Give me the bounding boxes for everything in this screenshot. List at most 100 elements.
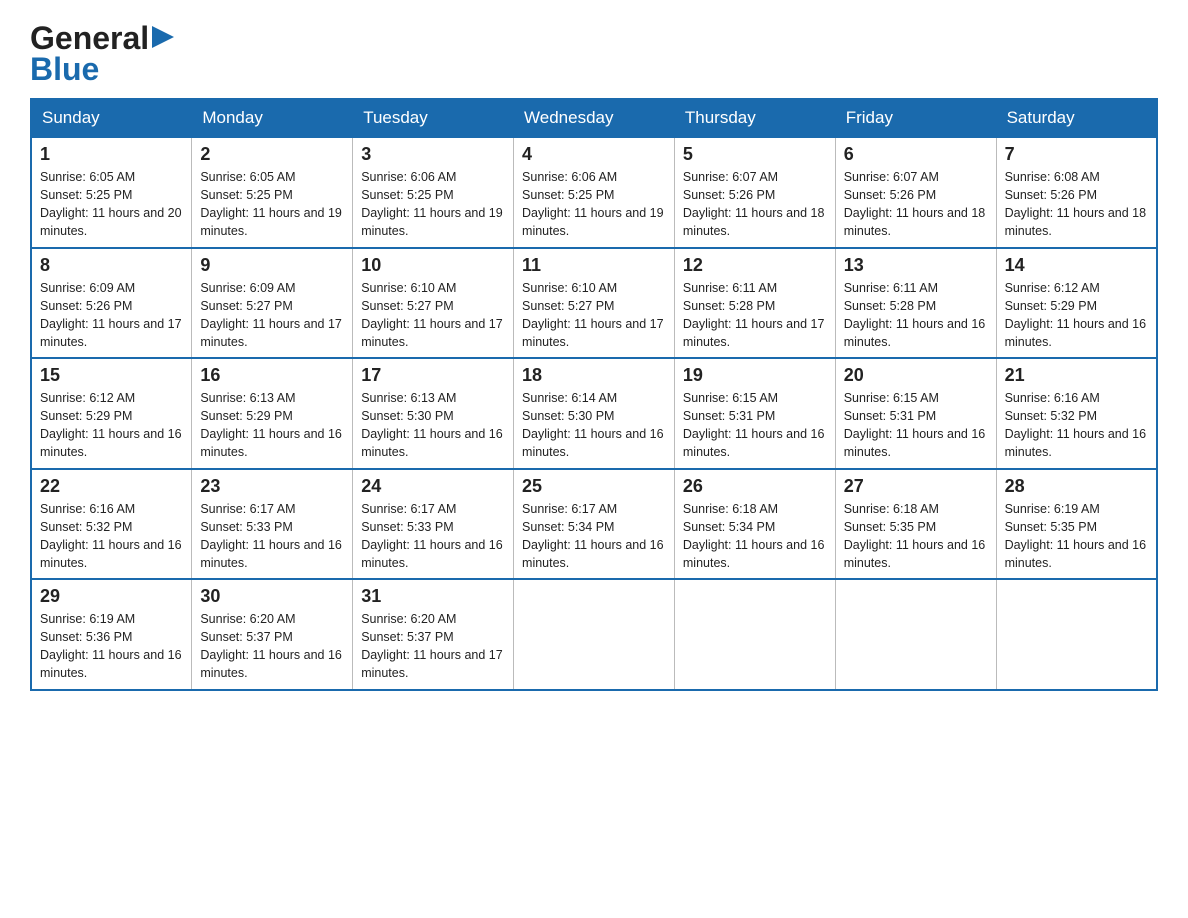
day-info: Sunrise: 6:16 AMSunset: 5:32 PMDaylight:… [40,500,183,573]
calendar-cell [514,579,675,690]
day-info: Sunrise: 6:11 AMSunset: 5:28 PMDaylight:… [844,279,988,352]
day-number: 29 [40,586,183,607]
day-number: 23 [200,476,344,497]
calendar-cell: 16Sunrise: 6:13 AMSunset: 5:29 PMDayligh… [192,358,353,469]
day-number: 26 [683,476,827,497]
day-number: 20 [844,365,988,386]
day-number: 4 [522,144,666,165]
calendar-header-sunday: Sunday [31,99,192,137]
calendar-cell: 28 Sunrise: 6:19 AMSunset: 5:35 PMDayligh… [996,469,1157,580]
calendar-cell [996,579,1157,690]
day-number: 21 [1005,365,1148,386]
calendar-cell: 31 Sunrise: 6:20 AMSunset: 5:37 PMDayligh… [353,579,514,690]
day-number: 5 [683,144,827,165]
logo: General Blue [30,20,174,88]
calendar-cell: 7 Sunrise: 6:08 AMSunset: 5:26 PMDaylight… [996,137,1157,248]
calendar-cell: 1Sunrise: 6:05 AMSunset: 5:25 PMDaylight… [31,137,192,248]
day-number: 19 [683,365,827,386]
calendar-cell: 17 Sunrise: 6:13 AMSunset: 5:30 PMDayligh… [353,358,514,469]
day-info: Sunrise: 6:12 AMSunset: 5:29 PMDaylight:… [40,389,183,462]
day-info: Sunrise: 6:06 AMSunset: 5:25 PMDaylight:… [522,168,666,241]
day-info: Sunrise: 6:19 AMSunset: 5:35 PMDaylight:… [1005,500,1148,573]
calendar-cell: 27 Sunrise: 6:18 AMSunset: 5:35 PMDayligh… [835,469,996,580]
calendar-cell: 29Sunrise: 6:19 AMSunset: 5:36 PMDayligh… [31,579,192,690]
day-number: 18 [522,365,666,386]
day-number: 10 [361,255,505,276]
day-number: 13 [844,255,988,276]
day-info: Sunrise: 6:20 AMSunset: 5:37 PMDaylight:… [200,610,344,683]
day-info: Sunrise: 6:12 AMSunset: 5:29 PMDaylight:… [1005,279,1148,352]
day-info: Sunrise: 6:08 AMSunset: 5:26 PMDaylight:… [1005,168,1148,241]
day-info: Sunrise: 6:18 AMSunset: 5:35 PMDaylight:… [844,500,988,573]
calendar-cell: 6 Sunrise: 6:07 AMSunset: 5:26 PMDaylight… [835,137,996,248]
day-number: 6 [844,144,988,165]
day-info: Sunrise: 6:18 AMSunset: 5:34 PMDaylight:… [683,500,827,573]
day-number: 1 [40,144,183,165]
calendar-header-saturday: Saturday [996,99,1157,137]
calendar-header-tuesday: Tuesday [353,99,514,137]
day-number: 8 [40,255,183,276]
day-number: 25 [522,476,666,497]
calendar-cell: 3Sunrise: 6:06 AMSunset: 5:25 PMDaylight… [353,137,514,248]
day-number: 7 [1005,144,1148,165]
calendar-cell: 25Sunrise: 6:17 AMSunset: 5:34 PMDayligh… [514,469,675,580]
day-info: Sunrise: 6:14 AMSunset: 5:30 PMDaylight:… [522,389,666,462]
day-number: 17 [361,365,505,386]
day-number: 11 [522,255,666,276]
calendar-cell [835,579,996,690]
calendar-cell [674,579,835,690]
calendar-cell: 12Sunrise: 6:11 AMSunset: 5:28 PMDayligh… [674,248,835,359]
calendar-cell: 13 Sunrise: 6:11 AMSunset: 5:28 PMDayligh… [835,248,996,359]
calendar-cell: 11 Sunrise: 6:10 AMSunset: 5:27 PMDayligh… [514,248,675,359]
day-info: Sunrise: 6:09 AMSunset: 5:26 PMDaylight:… [40,279,183,352]
calendar-header-friday: Friday [835,99,996,137]
calendar-cell: 30 Sunrise: 6:20 AMSunset: 5:37 PMDayligh… [192,579,353,690]
page-header: General Blue [30,20,1158,88]
calendar-cell: 8 Sunrise: 6:09 AMSunset: 5:26 PMDaylight… [31,248,192,359]
logo-arrow-icon [152,26,174,48]
calendar-header-monday: Monday [192,99,353,137]
day-number: 31 [361,586,505,607]
calendar-week-row: 22 Sunrise: 6:16 AMSunset: 5:32 PMDayligh… [31,469,1157,580]
day-info: Sunrise: 6:11 AMSunset: 5:28 PMDaylight:… [683,279,827,352]
day-info: Sunrise: 6:15 AMSunset: 5:31 PMDaylight:… [844,389,988,462]
calendar-header-row: SundayMondayTuesdayWednesdayThursdayFrid… [31,99,1157,137]
calendar-cell: 19Sunrise: 6:15 AMSunset: 5:31 PMDayligh… [674,358,835,469]
day-number: 22 [40,476,183,497]
calendar-cell: 24 Sunrise: 6:17 AMSunset: 5:33 PMDayligh… [353,469,514,580]
day-number: 27 [844,476,988,497]
day-number: 16 [200,365,344,386]
day-number: 30 [200,586,344,607]
day-number: 24 [361,476,505,497]
day-info: Sunrise: 6:16 AMSunset: 5:32 PMDaylight:… [1005,389,1148,462]
logo-blue-text: Blue [30,51,99,88]
day-info: Sunrise: 6:09 AMSunset: 5:27 PMDaylight:… [200,279,344,352]
day-info: Sunrise: 6:07 AMSunset: 5:26 PMDaylight:… [844,168,988,241]
calendar-table: SundayMondayTuesdayWednesdayThursdayFrid… [30,98,1158,691]
day-number: 2 [200,144,344,165]
day-info: Sunrise: 6:20 AMSunset: 5:37 PMDaylight:… [361,610,505,683]
day-info: Sunrise: 6:10 AMSunset: 5:27 PMDaylight:… [522,279,666,352]
day-info: Sunrise: 6:17 AMSunset: 5:33 PMDaylight:… [200,500,344,573]
day-number: 28 [1005,476,1148,497]
calendar-cell: 23 Sunrise: 6:17 AMSunset: 5:33 PMDayligh… [192,469,353,580]
calendar-cell: 15 Sunrise: 6:12 AMSunset: 5:29 PMDayligh… [31,358,192,469]
day-info: Sunrise: 6:17 AMSunset: 5:33 PMDaylight:… [361,500,505,573]
calendar-cell: 10 Sunrise: 6:10 AMSunset: 5:27 PMDayligh… [353,248,514,359]
calendar-cell: 5 Sunrise: 6:07 AMSunset: 5:26 PMDaylight… [674,137,835,248]
day-info: Sunrise: 6:13 AMSunset: 5:30 PMDaylight:… [361,389,505,462]
calendar-cell: 20 Sunrise: 6:15 AMSunset: 5:31 PMDayligh… [835,358,996,469]
calendar-cell: 21 Sunrise: 6:16 AMSunset: 5:32 PMDayligh… [996,358,1157,469]
calendar-week-row: 15 Sunrise: 6:12 AMSunset: 5:29 PMDayligh… [31,358,1157,469]
day-info: Sunrise: 6:06 AMSunset: 5:25 PMDaylight:… [361,168,505,241]
calendar-cell: 14Sunrise: 6:12 AMSunset: 5:29 PMDayligh… [996,248,1157,359]
calendar-cell: 18 Sunrise: 6:14 AMSunset: 5:30 PMDayligh… [514,358,675,469]
day-info: Sunrise: 6:07 AMSunset: 5:26 PMDaylight:… [683,168,827,241]
calendar-week-row: 8 Sunrise: 6:09 AMSunset: 5:26 PMDaylight… [31,248,1157,359]
day-number: 15 [40,365,183,386]
calendar-header-thursday: Thursday [674,99,835,137]
calendar-week-row: 29Sunrise: 6:19 AMSunset: 5:36 PMDayligh… [31,579,1157,690]
day-number: 9 [200,255,344,276]
calendar-week-row: 1Sunrise: 6:05 AMSunset: 5:25 PMDaylight… [31,137,1157,248]
day-info: Sunrise: 6:10 AMSunset: 5:27 PMDaylight:… [361,279,505,352]
